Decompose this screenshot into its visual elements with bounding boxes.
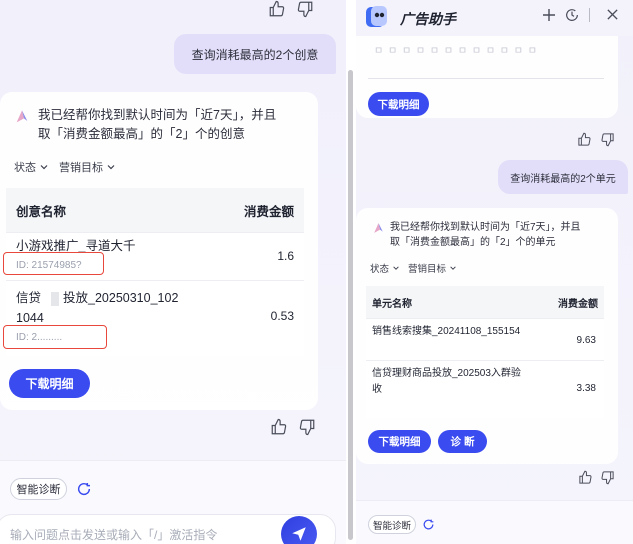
row-name-line2: 收 [372,384,382,395]
table-row[interactable]: 销售线索搜集_20241108_155154 9.63 [366,318,604,360]
filter-marketing-goal[interactable]: 营销目标 [59,159,116,175]
thumbs-up-icon[interactable] [270,418,288,436]
refresh-icon[interactable] [422,518,435,531]
input-placeholder: 输入问题点击发送或输入「/」激活指令 [10,528,218,542]
chevron-down-icon [107,165,115,170]
thumbs-up-icon[interactable] [268,0,286,18]
download-details-button-top[interactable]: 下载明细 [368,92,429,116]
row-value: 9.63 [576,335,596,346]
divider-line [368,78,604,79]
thumbs-down-icon[interactable] [600,132,615,147]
filter-status[interactable]: 状态 [14,159,49,175]
refresh-icon[interactable] [76,481,92,497]
chevron-down-icon [393,266,399,270]
app-header [356,0,633,36]
col-header-value: 消费金额 [558,298,598,310]
row-value: 0.53 [270,309,294,323]
faded-text: ㅁ ㅁ ㅁ ㅁ ㅁ ㅁ ㅁ ㅁ ㅁ ㅁ ㅁ ㅁ [374,46,538,57]
assistant-spark-icon [16,110,28,123]
smart-diagnose-chip[interactable]: 智能诊断 [368,515,416,534]
right-chat-panel: 广告助手 ㅁ ㅁ ㅁ ㅁ ㅁ ㅁ ㅁ ㅁ ㅁ ㅁ ㅁ ㅁ 下载明细 查询消耗最高… [356,0,633,544]
filter-status[interactable]: 状态 [370,261,400,275]
bot-message-line1: 我已经帮你找到默认时间为「近7天」，并且 [390,222,581,233]
highlight-box [3,252,104,275]
scrollbar[interactable] [348,70,353,540]
send-button[interactable] [281,516,317,544]
left-chat-panel: 查询消耗最高的2个创意 我已经帮你找到默认时间为「近7天」，并且 取「消费金额最… [0,0,346,544]
table-header: 单元名称 消费金额 [366,286,604,318]
thumbs-down-icon[interactable] [296,0,314,18]
history-icon[interactable] [564,7,580,23]
assistant-spark-icon [374,223,383,233]
col-header-name: 单元名称 [372,298,412,310]
user-query-bubble: 查询消耗最高的2个创意 [174,34,336,74]
redacted-text [51,291,60,306]
chevron-down-icon [40,165,48,170]
row-name: 销售线索搜集_20241108_155154 [372,326,521,337]
filter-row: 状态 营销目标 [14,159,116,175]
bot-message-line1: 我已经帮你找到默认时间为「近7天」，并且 [38,108,277,122]
thumbs-up-icon[interactable] [578,470,593,485]
app-title: 广告助手 [400,11,456,27]
highlight-box [3,325,107,349]
thumbs-up-icon[interactable] [577,132,592,147]
col-header-name: 创意名称 [16,204,67,219]
header-separator [589,8,590,22]
download-details-button[interactable]: 下载明细 [368,430,431,453]
close-icon[interactable] [606,8,619,21]
row-value: 1.6 [277,249,294,263]
table-row[interactable]: 信贷理财商品投放_202503入群验 收 3.38 [366,360,604,418]
bot-message-line2: 取「消费金额最高」的「2」个的创意 [38,126,245,141]
unit-table: 单元名称 消费金额 销售线索搜集_20241108_155154 9.63 信贷… [366,286,604,418]
thumbs-down-icon[interactable] [298,418,316,436]
thumbs-down-icon[interactable] [600,470,615,485]
filter-row: 状态 营销目标 [370,261,457,275]
assistant-logo-icon [366,6,387,27]
row-value: 3.38 [576,383,596,394]
send-icon [292,527,306,541]
plus-icon[interactable] [542,8,556,22]
col-header-value: 消费金额 [243,204,294,219]
row-name: 信贷理财商品投放_202503入群验 [372,368,521,379]
filter-marketing-goal[interactable]: 营销目标 [408,261,457,275]
table-header: 创意名称 消费金额 [6,188,304,232]
bot-message-line2: 取「消费金额最高」的「2」个的单元 [390,237,556,248]
row-name-prefix: 信贷 [16,291,42,305]
chevron-down-icon [450,266,456,270]
download-details-button[interactable]: 下载明细 [9,369,90,398]
user-query-bubble: 查询消耗最高的2个单元 [498,160,628,194]
row-name-suffix: 投放_20250310_102 [63,291,179,305]
smart-diagnose-chip[interactable]: 智能诊断 [10,478,67,500]
diagnose-button[interactable]: 诊 断 [438,430,487,453]
